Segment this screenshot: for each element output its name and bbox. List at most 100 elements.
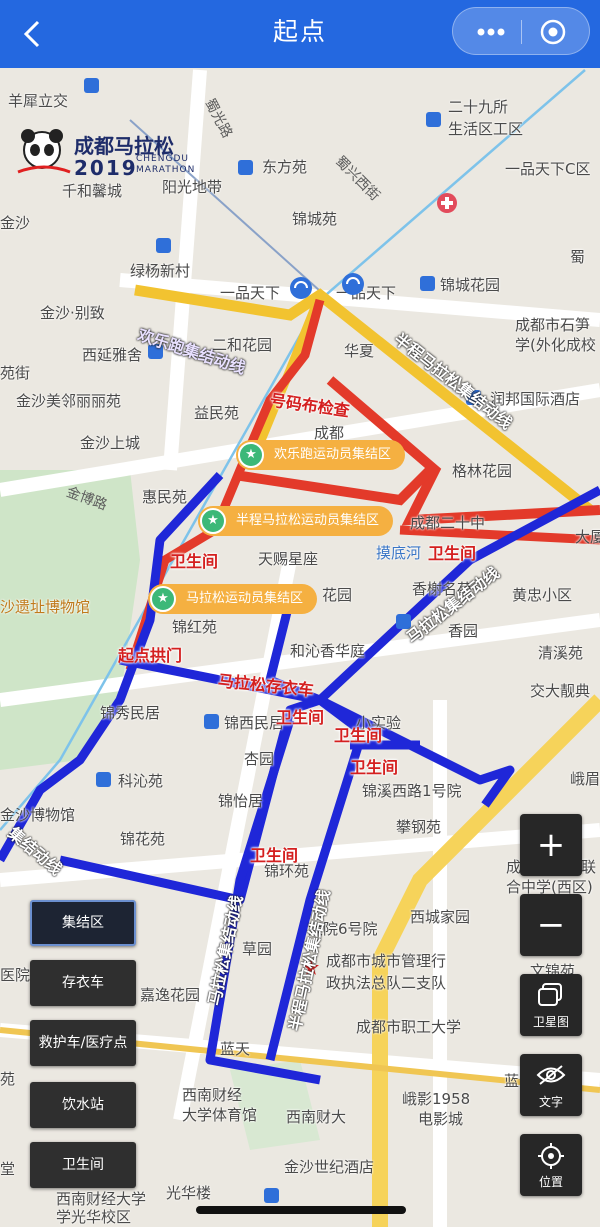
place-label: 锦花苑 xyxy=(120,830,166,848)
legend-toilet-button[interactable]: 卫生间 xyxy=(30,1142,136,1188)
start-arch-label: 起点拱门 xyxy=(118,646,183,665)
place-label: 草园 xyxy=(242,940,273,958)
assembly-pin-half-marathon[interactable]: ★ 半程马拉松运动员集结区 xyxy=(198,506,394,536)
place-label: 西延雅舍 xyxy=(82,346,143,364)
chengdu-marathon-logo: 成都马拉松 2019 CHENGDU MARATHON xyxy=(16,128,194,182)
more-icon[interactable] xyxy=(471,20,511,44)
place-label: 攀钢苑 xyxy=(396,818,442,836)
eye-off-icon xyxy=(536,1065,566,1085)
poi-icon xyxy=(84,78,99,93)
place-label: 西城家园 xyxy=(410,908,471,926)
place-label: 东方苑 xyxy=(262,158,308,176)
place-label: 益民苑 xyxy=(194,404,240,422)
legend-medical-button[interactable]: 救护车/医疗点 xyxy=(30,1020,136,1066)
place-label: 锦怡居 xyxy=(218,792,264,810)
place-label: 堂 xyxy=(0,1160,16,1178)
place-label: 和沁香华庭 xyxy=(290,642,366,660)
assembly-pin-fun-run[interactable]: ★ 欢乐跑运动员集结区 xyxy=(236,440,406,470)
place-label: 格林花园 xyxy=(452,462,513,480)
place-label: 金沙 xyxy=(0,214,31,232)
legend-bag-truck-button[interactable]: 存衣车 xyxy=(30,960,136,1006)
place-label: 锦城花园 xyxy=(440,276,501,294)
place-label: 学(外化成校 xyxy=(515,336,596,354)
layers-icon xyxy=(538,983,562,1006)
place-label: 蓝天 xyxy=(220,1040,251,1058)
river-label: 摸底河 xyxy=(376,544,422,562)
satellite-button[interactable]: 卫星图 xyxy=(520,974,582,1036)
toilet-label: 卫生间 xyxy=(334,726,383,745)
place-label: 学光华校区 xyxy=(56,1208,132,1226)
legend-assembly-area-button[interactable]: 集结区 xyxy=(30,900,136,946)
place-label: 成都二十中 xyxy=(410,514,486,532)
poi-icon xyxy=(96,772,111,787)
museum-label: 沙遗址博物馆 xyxy=(0,598,91,616)
logo-sub: CHENGDU MARATHON xyxy=(136,154,196,175)
poi-icon xyxy=(264,1188,279,1203)
place-label: 一品天下C区 xyxy=(505,160,591,178)
locate-button[interactable]: 位置 xyxy=(520,1134,582,1196)
place-label: 天赐星座 xyxy=(258,550,319,568)
star-icon: ★ xyxy=(150,586,176,612)
place-label: 苑街 xyxy=(0,364,31,382)
place-label: 千和馨城 xyxy=(62,182,123,200)
capsule-divider xyxy=(521,20,522,44)
hospital-icon xyxy=(437,193,457,213)
metro-icon xyxy=(342,273,364,295)
place-label: 成都市石笋 xyxy=(515,316,591,334)
place-label: 医院 xyxy=(0,966,31,984)
place-label: 金沙美邻丽丽苑 xyxy=(16,392,122,410)
legend-water-station-button[interactable]: 饮水站 xyxy=(30,1082,136,1128)
place-label: 锦城苑 xyxy=(292,210,338,228)
map-view[interactable]: 成都马拉松 2019 CHENGDU MARATHON 羊犀立交 蜀光路 二十九… xyxy=(0,68,600,1227)
place-label: 花园 xyxy=(322,586,353,604)
place-label: 金沙上城 xyxy=(80,434,141,452)
text-toggle-button[interactable]: 文字 xyxy=(520,1054,582,1116)
place-label: 金沙·别致 xyxy=(40,304,105,322)
place-label: 金沙博物馆 xyxy=(0,806,76,824)
nav-bar: 起点 xyxy=(0,0,600,68)
place-label: 香园 xyxy=(448,622,479,640)
place-label: 二十九所 xyxy=(448,98,509,116)
metro-icon xyxy=(290,277,312,299)
assembly-pin-marathon[interactable]: ★ 马拉松运动员集结区 xyxy=(148,584,318,614)
place-label: 绿杨新村 xyxy=(130,262,191,280)
toilet-label: 卫生间 xyxy=(170,552,219,571)
place-label: 生活区工区 xyxy=(448,120,524,138)
panda-icon xyxy=(17,129,71,174)
place-label: 科沁苑 xyxy=(118,772,164,790)
star-icon: ★ xyxy=(200,508,226,534)
place-label: 光华楼 xyxy=(166,1184,212,1202)
place-label: 杏园 xyxy=(244,750,275,768)
locate-icon xyxy=(538,1143,564,1169)
place-label: 西南财经 xyxy=(182,1086,243,1104)
poi-icon xyxy=(156,238,171,253)
place-label: 大厦 xyxy=(575,528,600,546)
place-label: 锦红苑 xyxy=(172,618,218,636)
zoom-out-button[interactable]: − xyxy=(520,894,582,956)
toilet-label: 卫生间 xyxy=(250,846,299,865)
poi-icon xyxy=(238,160,253,175)
poi-icon xyxy=(420,276,435,291)
place-label: 西南财大 xyxy=(286,1108,347,1126)
place-label: 峨影1958 xyxy=(402,1090,471,1108)
zoom-in-button[interactable]: + xyxy=(520,814,582,876)
place-label: 大学体育馆 xyxy=(182,1106,258,1124)
place-label: 清溪苑 xyxy=(538,644,584,662)
mini-program-capsule xyxy=(452,7,590,55)
poi-icon xyxy=(426,112,441,127)
place-label: 锦秀民居 xyxy=(100,704,161,722)
close-target-icon[interactable] xyxy=(539,18,567,46)
place-label: 惠民苑 xyxy=(142,488,188,506)
place-label: 苑 xyxy=(0,1070,16,1088)
place-label: 交大靓典 xyxy=(530,682,591,700)
place-label: 电影城 xyxy=(418,1110,464,1128)
place-label: 锦溪西路1号院 xyxy=(362,782,462,800)
place-label: 羊犀立交 xyxy=(8,92,69,110)
place-label: 嘉逸花园 xyxy=(140,986,201,1004)
place-label: 金沙世纪酒店 xyxy=(284,1158,375,1176)
place-label: 华夏 xyxy=(344,342,375,360)
place-label: 阳光地带 xyxy=(162,178,223,196)
place-label: 峨眉 xyxy=(570,770,600,788)
place-label: 锦西民居 xyxy=(224,714,285,732)
poi-icon xyxy=(204,714,219,729)
